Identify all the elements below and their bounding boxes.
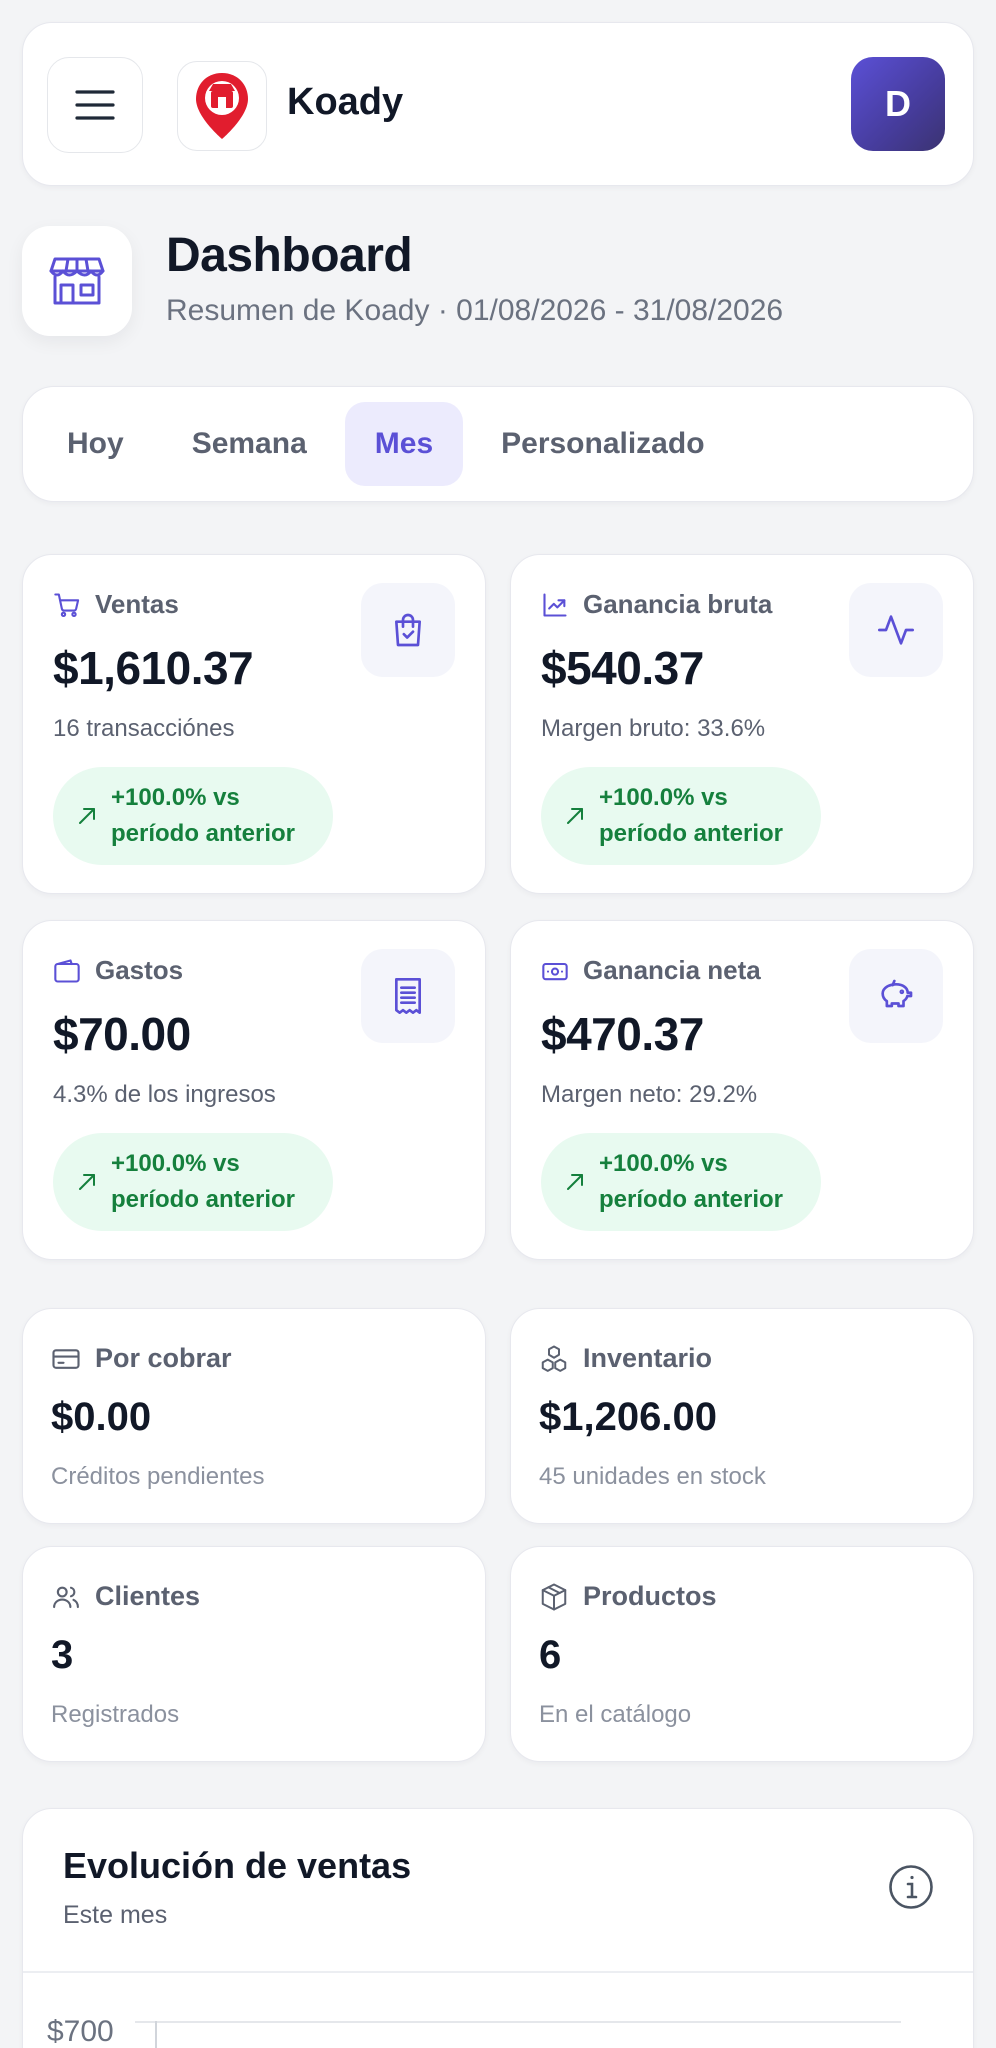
metric-icon-tile (849, 949, 943, 1043)
stat-label: Productos (539, 1581, 717, 1612)
metric-label-text: Ventas (95, 589, 179, 619)
trend-badge-text: +100.0% vs período anterior (599, 1150, 784, 1213)
metric-card-gastos[interactable]: Gastos $70.00 4.3% de los ingresos +100.… (22, 920, 486, 1260)
stat-subtext: 45 unidades en stock (539, 1463, 766, 1490)
metric-card-ventas[interactable]: Ventas $1,610.37 16 transacciónes +100.0… (22, 554, 486, 894)
period-tabs: Hoy Semana Mes Personalizado (22, 386, 974, 502)
piggy-bank-icon (876, 976, 916, 1016)
user-avatar[interactable]: D (851, 57, 945, 151)
trend-badge-text: +100.0% vs período anterior (111, 1150, 296, 1213)
stat-card-inventario[interactable]: Inventario $1,206.00 45 unidades en stoc… (510, 1308, 974, 1524)
metric-label-text: Ganancia bruta (583, 589, 773, 619)
wallet-icon (53, 957, 81, 985)
metric-label: Ventas (53, 589, 179, 620)
stat-value: $0.00 (51, 1395, 152, 1439)
arrow-up-right-icon (75, 804, 99, 828)
users-icon (51, 1582, 81, 1612)
metric-label-text: Gastos (95, 955, 184, 985)
cart-icon (53, 591, 81, 619)
metric-card-ganancia-bruta[interactable]: Ganancia bruta $540.37 Margen bruto: 33.… (510, 554, 974, 894)
stat-card-productos[interactable]: Productos 6 En el catálogo (510, 1546, 974, 1762)
chart-title: Evolución de ventas (63, 1845, 412, 1886)
metric-icon-tile (361, 583, 455, 677)
chart-subtitle: Este mes (63, 1901, 168, 1929)
stat-card-clientes[interactable]: Clientes 3 Registrados (22, 1546, 486, 1762)
stat-label: Inventario (539, 1343, 712, 1374)
tab-hoy[interactable]: Hoy (37, 402, 154, 486)
metric-icon-tile (849, 583, 943, 677)
tab-semana[interactable]: Semana (162, 402, 337, 486)
metric-subtext: Margen bruto: 33.6% (541, 715, 766, 742)
trending-up-icon (541, 591, 569, 619)
trend-badge-text: +100.0% vs período anterior (599, 784, 784, 847)
metric-subtext: 16 transacciónes (53, 715, 235, 742)
metric-card-ganancia-neta[interactable]: Ganancia neta $470.37 Margen neto: 29.2%… (510, 920, 974, 1260)
trend-badge: +100.0% vs período anterior (541, 767, 821, 865)
credit-card-icon (51, 1344, 81, 1374)
trend-badge: +100.0% vs período anterior (53, 1133, 333, 1231)
tab-mes[interactable]: Mes (344, 402, 464, 486)
stat-label-text: Por cobrar (95, 1343, 232, 1373)
banknote-icon (541, 957, 569, 985)
store-icon (49, 255, 105, 307)
sales-evolution-card: Evolución de ventas Este mes $700 (22, 1808, 974, 2048)
stat-label: Por cobrar (51, 1343, 232, 1374)
trend-badge-text: +100.0% vs período anterior (111, 784, 296, 847)
metric-icon-tile (361, 949, 455, 1043)
stat-subtext: Registrados (51, 1701, 180, 1728)
package-icon (539, 1582, 569, 1612)
metric-value: $470.37 (541, 1008, 704, 1060)
hamburger-menu-icon (75, 89, 115, 121)
info-button[interactable] (887, 1863, 935, 1911)
stat-label-text: Inventario (583, 1343, 713, 1373)
tab-personalizado[interactable]: Personalizado (471, 402, 734, 486)
stat-value: 3 (51, 1633, 74, 1677)
menu-button[interactable] (47, 57, 143, 153)
metric-label-text: Ganancia neta (583, 955, 761, 985)
store-pin-logo-icon (193, 71, 251, 141)
page-title: Dashboard (166, 229, 413, 282)
chart-grid-line (135, 2021, 901, 2023)
arrow-up-right-icon (563, 804, 587, 828)
arrow-up-right-icon (75, 1170, 99, 1194)
page-subtitle: Resumen de Koady · 01/08/2026 - 31/08/20… (166, 294, 784, 327)
stat-subtext: Créditos pendientes (51, 1463, 265, 1490)
activity-icon (876, 610, 916, 650)
trend-badge: +100.0% vs período anterior (541, 1133, 821, 1231)
top-bar: Koady D (22, 22, 974, 186)
brand-logo[interactable] (177, 61, 267, 151)
metric-subtext: Margen neto: 29.2% (541, 1081, 758, 1108)
metric-label: Ganancia bruta (541, 589, 772, 620)
stat-label-text: Clientes (95, 1581, 201, 1611)
metric-label: Ganancia neta (541, 955, 761, 986)
metric-subtext: 4.3% de los ingresos (53, 1081, 276, 1108)
metric-value: $70.00 (53, 1008, 191, 1060)
chart-divider (23, 1971, 973, 1973)
boxes-icon (539, 1344, 569, 1374)
trend-badge: +100.0% vs período anterior (53, 767, 333, 865)
stat-value: $1,206.00 (539, 1395, 717, 1439)
metric-value: $1,610.37 (53, 642, 254, 694)
shopping-bag-icon (388, 610, 428, 650)
store-badge (22, 226, 132, 336)
brand-name: Koady (287, 81, 404, 123)
receipt-icon (388, 976, 428, 1016)
avatar-initial: D (885, 83, 911, 124)
stat-subtext: En el catálogo (539, 1701, 692, 1728)
arrow-up-right-icon (563, 1170, 587, 1194)
metric-label: Gastos (53, 955, 183, 986)
info-icon (888, 1864, 934, 1910)
stat-label-text: Productos (583, 1581, 717, 1611)
stat-value: 6 (539, 1633, 562, 1677)
stat-card-por-cobrar[interactable]: Por cobrar $0.00 Créditos pendientes (22, 1308, 486, 1524)
stat-label: Clientes (51, 1581, 200, 1612)
y-axis-tick-label: $700 (47, 2015, 114, 2048)
metric-value: $540.37 (541, 642, 704, 694)
chart-y-axis (155, 2021, 157, 2048)
